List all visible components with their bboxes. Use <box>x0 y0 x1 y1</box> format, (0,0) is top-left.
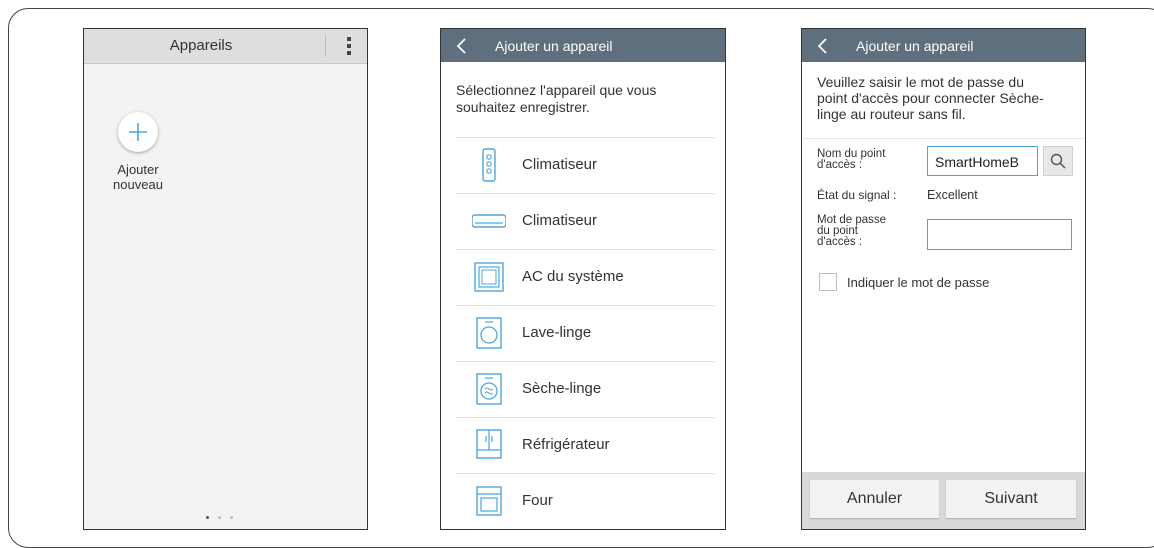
search-button[interactable] <box>1043 146 1073 176</box>
app-bar-title: Ajouter un appareil <box>495 38 613 54</box>
list-item-oven[interactable]: Four <box>456 473 715 529</box>
devices-screen: Appareils Ajouter nouveau <box>83 28 368 530</box>
device-label: Sèche-linge <box>522 380 602 397</box>
intro-text: Veuillez saisir le mot de passe du point… <box>802 62 1085 139</box>
chevron-left-icon[interactable] <box>816 38 830 54</box>
device-label: Climatiseur <box>522 156 598 173</box>
app-bar-title: Ajouter un appareil <box>856 38 974 54</box>
password-label: Mot de passe du point d'accès : <box>817 214 886 248</box>
signal-value: Excellent <box>927 188 978 202</box>
password-field[interactable] <box>927 219 1072 250</box>
header-divider <box>325 35 326 57</box>
dryer-icon <box>476 373 502 405</box>
ssid-label: Nom du point d'accès : <box>817 148 885 171</box>
page-dot <box>218 516 221 519</box>
device-label: AC du système <box>522 268 624 285</box>
device-label: Climatiseur <box>522 212 598 229</box>
washer-icon <box>476 317 502 349</box>
chevron-left-icon[interactable] <box>455 38 469 54</box>
list-item-washer[interactable]: Lave-linge <box>456 305 715 361</box>
page-title: Appareils <box>169 37 233 54</box>
intro-line3: linge au routeur sans fil. <box>817 106 966 122</box>
list-item-dryer[interactable]: Sèche-linge <box>456 361 715 417</box>
devices-body: Ajouter nouveau <box>84 64 367 529</box>
cancel-button[interactable]: Annuler <box>810 480 939 518</box>
ssid-field[interactable]: SmartHomeB <box>927 146 1038 176</box>
password-label-line3: d'accès : <box>817 236 863 248</box>
footer-bar: Annuler Suivant <box>802 472 1085 529</box>
device-label: Four <box>522 492 553 509</box>
device-label: Lave-linge <box>522 324 592 341</box>
add-label-line2: nouveau <box>113 177 163 192</box>
search-icon <box>1050 153 1066 169</box>
air-conditioner-standing-icon <box>482 148 496 182</box>
plus-icon <box>129 123 147 141</box>
add-label-line1: Ajouter <box>117 162 159 177</box>
list-item-system-ac[interactable]: AC du système <box>456 249 715 305</box>
show-password-checkbox[interactable] <box>819 273 837 291</box>
add-device-screen: Ajouter un appareil Sélectionnez l'appar… <box>440 28 726 530</box>
ssid-label-line2: d'accès : <box>817 159 863 171</box>
oven-icon <box>476 486 502 516</box>
device-label: Réfrigérateur <box>522 436 610 453</box>
intro-line1: Veuillez saisir le mot de passe du <box>817 74 1024 90</box>
add-device-label[interactable]: Ajouter nouveau <box>98 162 178 192</box>
devices-header: Appareils <box>84 29 367 64</box>
page-dot <box>230 516 233 519</box>
intro-text: Sélectionnez l'appareil que vous souhait… <box>456 82 657 115</box>
device-list: Climatiseur Climatiseur AC du système La… <box>456 137 715 529</box>
list-item-climatiseur-wall[interactable]: Climatiseur <box>456 193 715 249</box>
air-conditioner-wall-icon <box>472 214 506 228</box>
add-device-button[interactable] <box>118 112 158 152</box>
app-bar: Ajouter un appareil <box>802 29 1085 62</box>
intro-line2: point d'accès pour connecter Sèche- <box>817 90 1044 106</box>
page-indicator <box>206 516 233 519</box>
show-password-label[interactable]: Indiquer le mot de passe <box>847 275 989 290</box>
app-bar: Ajouter un appareil <box>441 29 725 62</box>
system-ac-icon <box>474 262 504 292</box>
list-item-climatiseur-standing[interactable]: Climatiseur <box>456 137 715 193</box>
page-dot-active <box>206 516 209 519</box>
more-vertical-icon[interactable] <box>344 35 354 57</box>
list-item-refrigerator[interactable]: Réfrigérateur <box>456 417 715 473</box>
ap-password-screen: Ajouter un appareil Veuillez saisir le m… <box>801 28 1086 530</box>
next-button[interactable]: Suivant <box>946 480 1076 518</box>
signal-label: État du signal : <box>817 188 897 202</box>
refrigerator-icon <box>476 429 502 459</box>
